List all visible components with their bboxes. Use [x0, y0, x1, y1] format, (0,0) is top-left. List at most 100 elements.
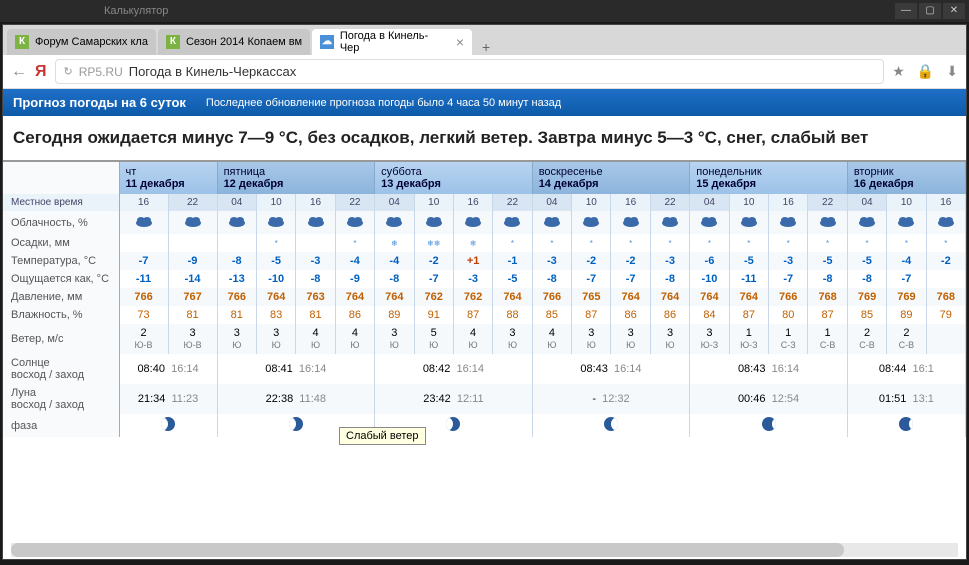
feels-cell: -7 [572, 270, 611, 288]
precip-cell: * [887, 234, 926, 252]
feels-cell: -10 [690, 270, 729, 288]
precip-cell: ❄ [453, 234, 492, 252]
close-icon[interactable]: × [456, 34, 464, 50]
yandex-icon[interactable]: Я [35, 63, 47, 81]
precip-cell: * [335, 234, 374, 252]
cloud-icon [926, 211, 965, 234]
pressure-cell: 764 [335, 288, 374, 306]
humidity-cell: 87 [453, 306, 492, 324]
temp-cell: -3 [769, 252, 808, 270]
close-button[interactable]: ✕ [943, 3, 965, 19]
precip-cell [217, 234, 256, 252]
browser-tab[interactable]: К Форум Самарских кла [7, 29, 156, 55]
cloud-icon [217, 211, 256, 234]
humidity-cell: 86 [335, 306, 374, 324]
pressure-cell: 769 [887, 288, 926, 306]
wind-cell: 2Ю-В [119, 324, 168, 354]
feels-cell: -11 [729, 270, 768, 288]
url-domain: RP5.RU [79, 65, 123, 79]
precip-cell: ❄❄ [414, 234, 453, 252]
moon-cell: - 12:32 [532, 384, 690, 414]
feels-cell: -5 [493, 270, 532, 288]
precip-cell: * [532, 234, 571, 252]
hour-cell: 10 [729, 194, 768, 211]
back-button[interactable]: ← [11, 63, 27, 81]
minimize-button[interactable]: — [895, 3, 917, 19]
pressure-cell: 764 [493, 288, 532, 306]
tab-favicon: К [15, 35, 29, 49]
wind-cell: 4Ю [335, 324, 374, 354]
url-input[interactable]: ↻ RP5.RU Погода в Кинель-Черкассах [55, 59, 885, 84]
temp-cell: -5 [847, 252, 886, 270]
browser-frame: К Форум Самарских кла КСезон 2014 Копаем в… [2, 24, 967, 560]
wind-cell: 3Ю [256, 324, 295, 354]
wind-cell: 3Ю [572, 324, 611, 354]
precip-cell: * [808, 234, 847, 252]
horizontal-scrollbar[interactable] [11, 543, 958, 557]
scroll-thumb[interactable] [11, 543, 844, 557]
hour-cell: 22 [808, 194, 847, 211]
humidity-cell: 85 [532, 306, 571, 324]
cloud-icon [453, 211, 492, 234]
wind-cell: 1С-В [808, 324, 847, 354]
phase-cell [119, 414, 217, 437]
feels-cell: -11 [119, 270, 168, 288]
pressure-cell: 765 [572, 288, 611, 306]
wind-cell: 4Ю [532, 324, 571, 354]
precip-cell: * [256, 234, 295, 252]
feels-cell: -8 [650, 270, 689, 288]
day-header: воскресенье14 декабря [532, 162, 690, 194]
sun-cell: 08:42 16:14 [375, 354, 533, 384]
temp-cell: -2 [572, 252, 611, 270]
hour-cell: 22 [650, 194, 689, 211]
cloud-icon [375, 211, 414, 234]
feels-cell: -8 [375, 270, 414, 288]
precip-cell [168, 234, 217, 252]
pressure-cell: 764 [375, 288, 414, 306]
reload-icon[interactable]: ↻ [64, 65, 73, 78]
cloud-icon [296, 211, 335, 234]
shield-icon[interactable]: 🔒 [917, 63, 934, 80]
precip-cell [119, 234, 168, 252]
row-label: Лунавосход / заход [3, 384, 119, 414]
new-tab-button[interactable]: + [474, 39, 498, 55]
browser-tab[interactable]: КСезон 2014 Копаем вм [158, 29, 310, 55]
tab-label: Сезон 2014 Копаем вм [186, 36, 302, 48]
feels-cell: -10 [256, 270, 295, 288]
temp-cell: -4 [335, 252, 374, 270]
tab-label: Форум Самарских кла [35, 36, 148, 48]
precip-cell: * [729, 234, 768, 252]
pressure-cell: 766 [217, 288, 256, 306]
row-label: Давление, мм [3, 288, 119, 306]
wind-cell: 4Ю [296, 324, 335, 354]
temp-cell: -3 [296, 252, 335, 270]
browser-tab[interactable]: ☁Погода в Кинель-Чер× [312, 29, 472, 55]
phase-cell [217, 414, 375, 437]
bookmark-icon[interactable]: ★ [892, 63, 905, 80]
moon-phase-icon [899, 417, 913, 431]
temp-cell: -5 [808, 252, 847, 270]
hour-cell: 04 [847, 194, 886, 211]
pressure-cell: 767 [168, 288, 217, 306]
feels-cell: -8 [532, 270, 571, 288]
hour-cell: 10 [887, 194, 926, 211]
humidity-cell: 89 [375, 306, 414, 324]
feels-cell: -3 [453, 270, 492, 288]
cloud-icon [414, 211, 453, 234]
forecast-table-wrap: чт11 декабряпятница12 декабрясуббота13 д… [3, 162, 966, 437]
row-label: Осадки, мм [3, 234, 119, 252]
humidity-cell: 81 [217, 306, 256, 324]
humidity-cell: 87 [729, 306, 768, 324]
precip-cell: * [847, 234, 886, 252]
row-label: фаза [3, 414, 119, 437]
maximize-button[interactable]: ▢ [919, 3, 941, 19]
pressure-cell: 762 [453, 288, 492, 306]
app-window: Калькулятор — ▢ ✕ КФорум Самарских клаКС… [0, 0, 969, 565]
precip-cell: * [769, 234, 808, 252]
precip-cell: * [572, 234, 611, 252]
humidity-cell: 83 [256, 306, 295, 324]
download-icon[interactable]: ⬇ [946, 63, 958, 80]
cloud-icon [769, 211, 808, 234]
wind-cell: 3Ю [493, 324, 532, 354]
moon-cell: 01:51 13:1 [847, 384, 965, 414]
